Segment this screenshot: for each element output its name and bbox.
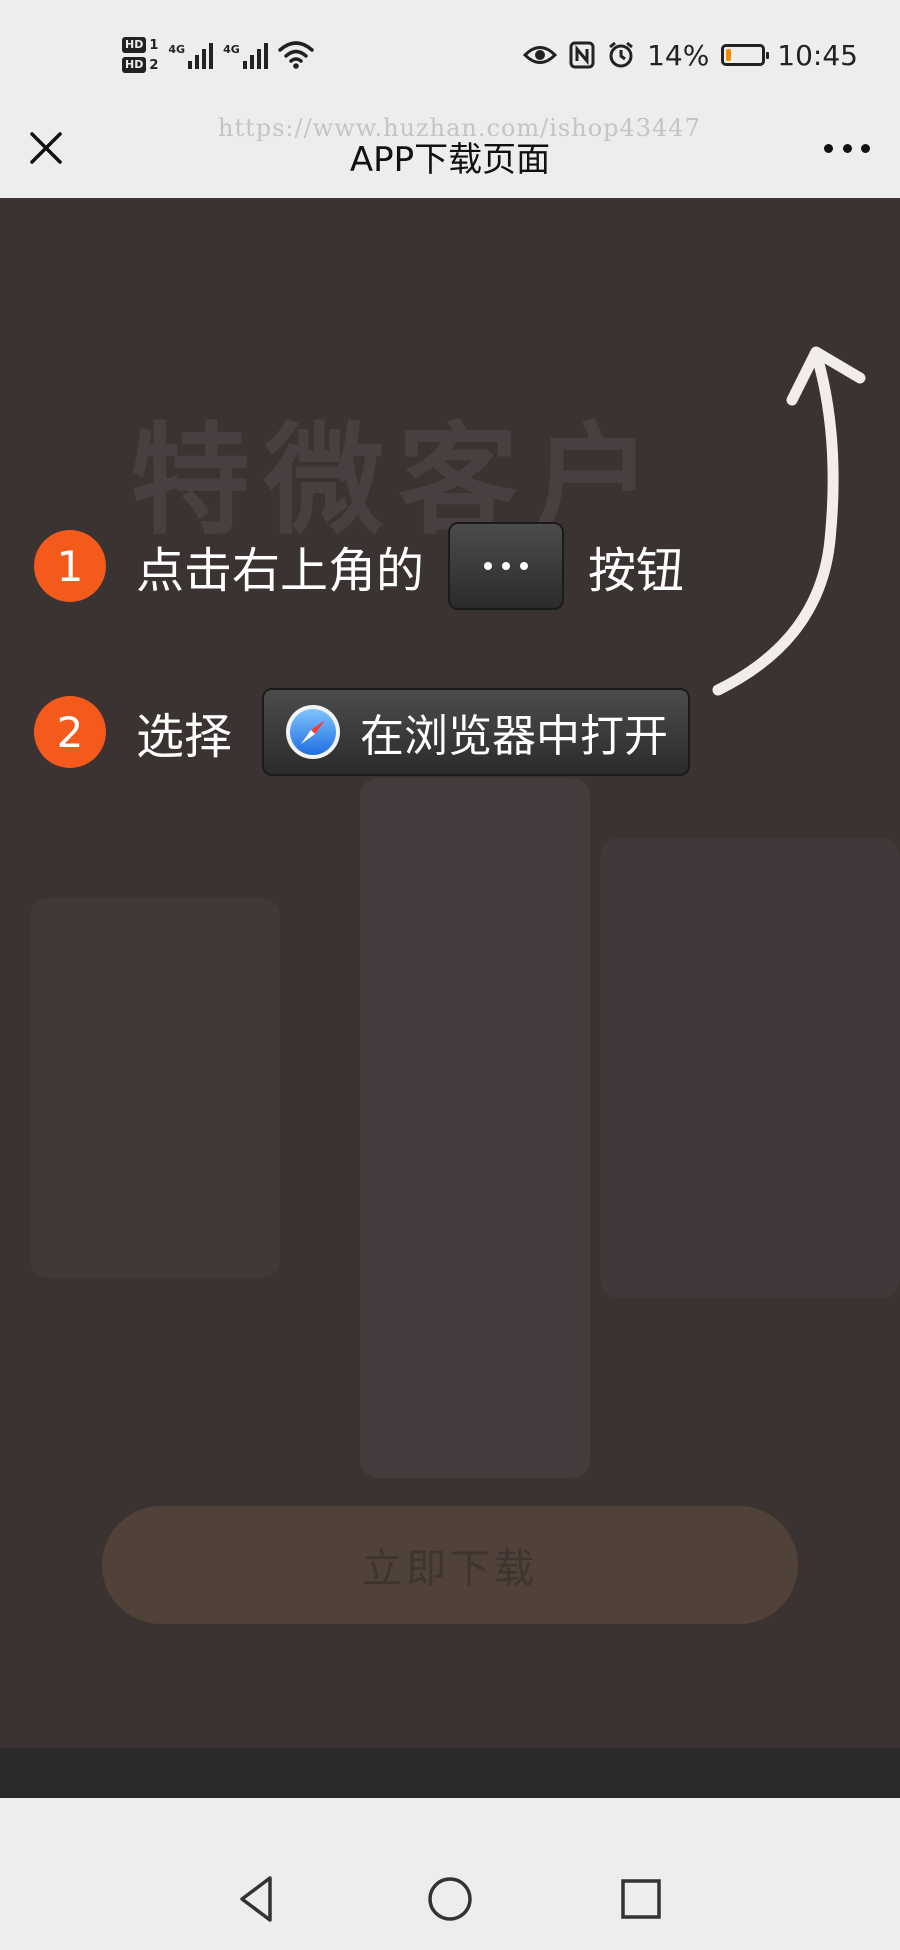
hd-badge: HD <box>122 37 147 53</box>
step-number-badge: 2 <box>34 696 106 768</box>
battery-icon <box>721 44 770 66</box>
compass-icon <box>286 705 341 759</box>
home-circle-icon[interactable] <box>421 1870 479 1928</box>
hd-num: 2 <box>149 57 159 73</box>
background-illustration <box>600 838 900 1298</box>
instruction-step-1: 1 点击右上角的 按钮 <box>34 522 684 610</box>
signal-bars-icon <box>242 41 268 69</box>
battery-percent: 14% <box>647 38 710 72</box>
open-in-browser-hint: 在浏览器中打开 <box>262 688 691 776</box>
signal-bars-icon <box>188 41 214 69</box>
wifi-icon <box>278 41 314 69</box>
alarm-icon <box>609 41 633 68</box>
nfc-icon <box>569 41 595 69</box>
clock: 10:45 <box>777 38 858 72</box>
step-text: 点击右上角的 <box>136 543 425 599</box>
page-title: APP下载页面 <box>349 140 551 180</box>
page-bottom-strip <box>0 1748 900 1798</box>
step-text-after: 按钮 <box>588 543 685 599</box>
instruction-step-2: 2 选择 在浏览器中打开 <box>34 688 691 776</box>
more-icon[interactable] <box>824 136 870 160</box>
download-now-button: 立即下载 <box>102 1506 798 1624</box>
network-type: 4G <box>168 43 186 56</box>
background-illustration <box>30 898 280 1278</box>
signal-sim2: 4G <box>223 41 268 69</box>
back-triangle-icon[interactable] <box>228 1870 286 1928</box>
status-left: HD 1 HD 2 4G 4G <box>122 30 314 80</box>
hd-badge: HD <box>122 57 147 73</box>
recents-square-icon[interactable] <box>612 1870 670 1928</box>
background-illustration <box>360 778 590 1478</box>
hd-sim1: HD 1 <box>122 37 158 53</box>
system-nav-bar <box>0 1848 900 1950</box>
battery-level-fill <box>726 49 732 61</box>
hd-indicators: HD 1 HD 2 <box>122 37 158 73</box>
step-number-badge: 1 <box>34 530 106 602</box>
hd-num: 1 <box>149 37 159 53</box>
status-bar: HD 1 HD 2 4G 4G 14% 10:45 <box>0 0 900 110</box>
hd-sim2: HD 2 <box>122 57 158 73</box>
network-type: 4G <box>223 43 240 56</box>
status-right: 14% 10:45 <box>523 34 858 76</box>
open-in-browser-label: 在浏览器中打开 <box>360 711 669 762</box>
curved-arrow-icon <box>712 346 866 696</box>
open-in-browser-overlay: 特微客户 1 点击右上角的 按钮 2 选择 在浏览器中打开 立即下载 <box>0 198 900 1798</box>
title-bar: https://www.huzhan.com/ishop43447 APP下载页… <box>0 110 900 198</box>
more-dots-icon <box>448 522 565 610</box>
eye-icon <box>523 46 558 64</box>
signal-sim1: 4G <box>168 41 214 69</box>
step-text: 选择 <box>136 709 233 765</box>
